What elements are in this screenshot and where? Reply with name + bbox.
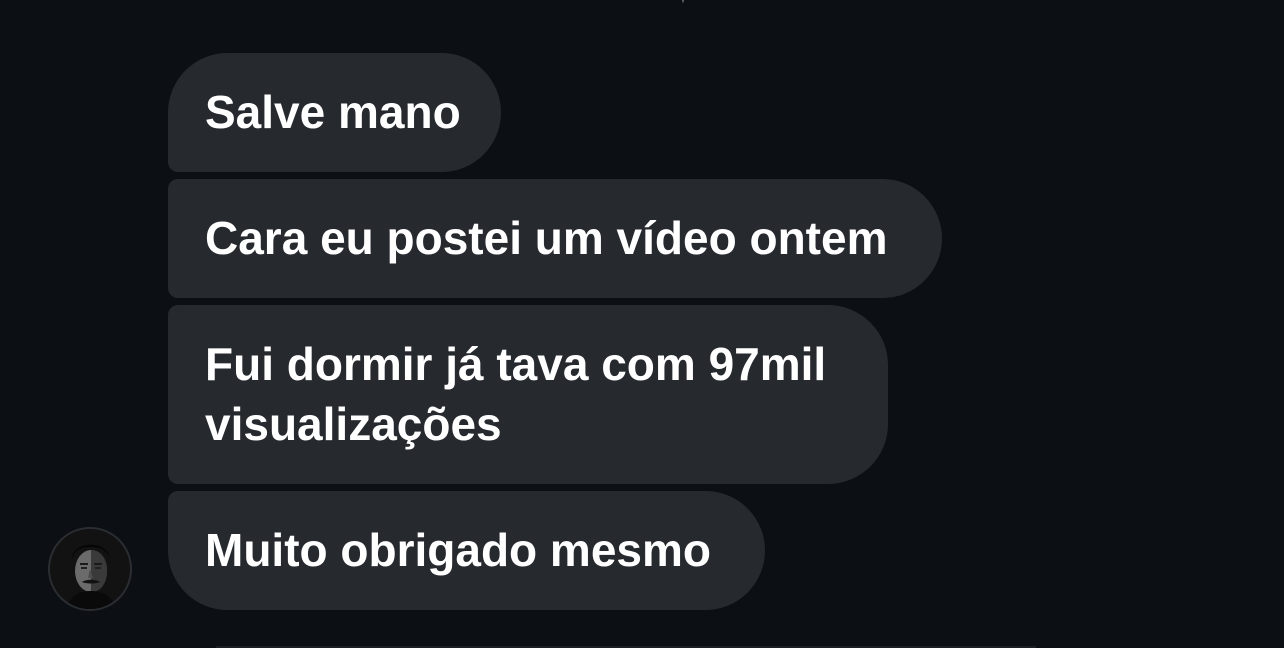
cutoff-text-fragment: , <box>681 0 689 3</box>
message-bubble[interactable]: Muito obrigado mesmo <box>168 491 765 610</box>
message-bubble[interactable]: Fui dormir já tava com 97mil visualizaçõ… <box>168 305 888 484</box>
message-text: Cara eu postei um vídeo ontem <box>205 212 888 264</box>
message-bubble[interactable]: Cara eu postei um vídeo ontem <box>168 179 942 298</box>
message-text: Salve mano <box>205 86 461 138</box>
chat-thread: , Salve mano Cara eu postei um vídeo ont… <box>0 0 1284 648</box>
message-text: Fui dormir já tava com 97mil visualizaçõ… <box>205 338 827 450</box>
message-text: Muito obrigado mesmo <box>205 524 711 576</box>
sender-avatar[interactable] <box>48 527 132 611</box>
message-bubble[interactable]: Salve mano <box>168 53 501 172</box>
profile-photo-icon <box>50 529 130 609</box>
